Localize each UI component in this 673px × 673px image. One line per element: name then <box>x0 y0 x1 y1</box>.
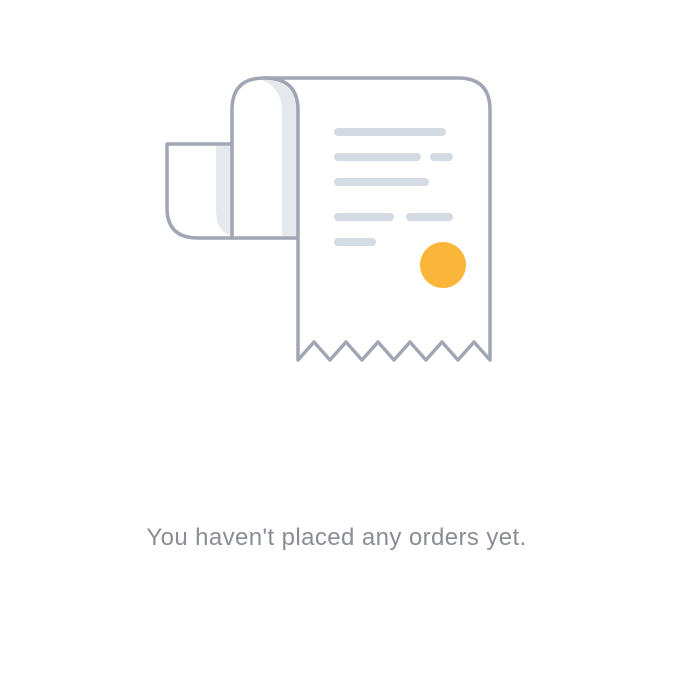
receipt-icon <box>165 76 492 362</box>
empty-orders-message: You haven't placed any orders yet. <box>146 524 527 551</box>
receipt-curl-tab-shade <box>216 146 232 236</box>
empty-orders-state: You haven't placed any orders yet. <box>0 0 673 673</box>
receipt-seal <box>420 242 466 288</box>
